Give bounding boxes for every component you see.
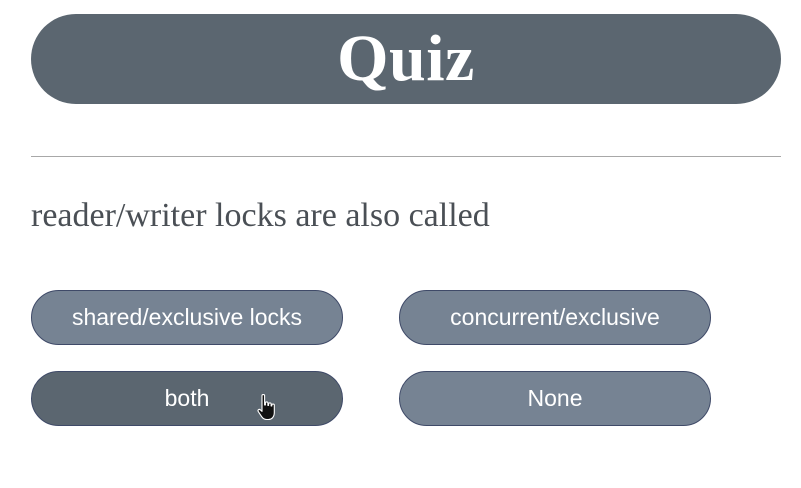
quiz-title: Quiz [337, 22, 475, 95]
quiz-title-banner: Quiz [31, 14, 781, 104]
answer-option-label: both [164, 385, 210, 411]
answer-option-concurrent-exclusive[interactable]: concurrent/exclusive [399, 290, 711, 345]
answer-option-shared-exclusive[interactable]: shared/exclusive locks [31, 290, 343, 345]
answer-option-label: None [527, 385, 583, 411]
answer-option-both[interactable]: both [31, 371, 343, 426]
divider [31, 156, 781, 157]
answer-option-none[interactable]: None [399, 371, 711, 426]
answer-option-label: concurrent/exclusive [450, 304, 660, 330]
question-text: reader/writer locks are also called [31, 197, 490, 234]
quiz-page: Quiz reader/writer locks are also called… [0, 0, 801, 488]
answer-option-label: shared/exclusive locks [71, 304, 303, 330]
